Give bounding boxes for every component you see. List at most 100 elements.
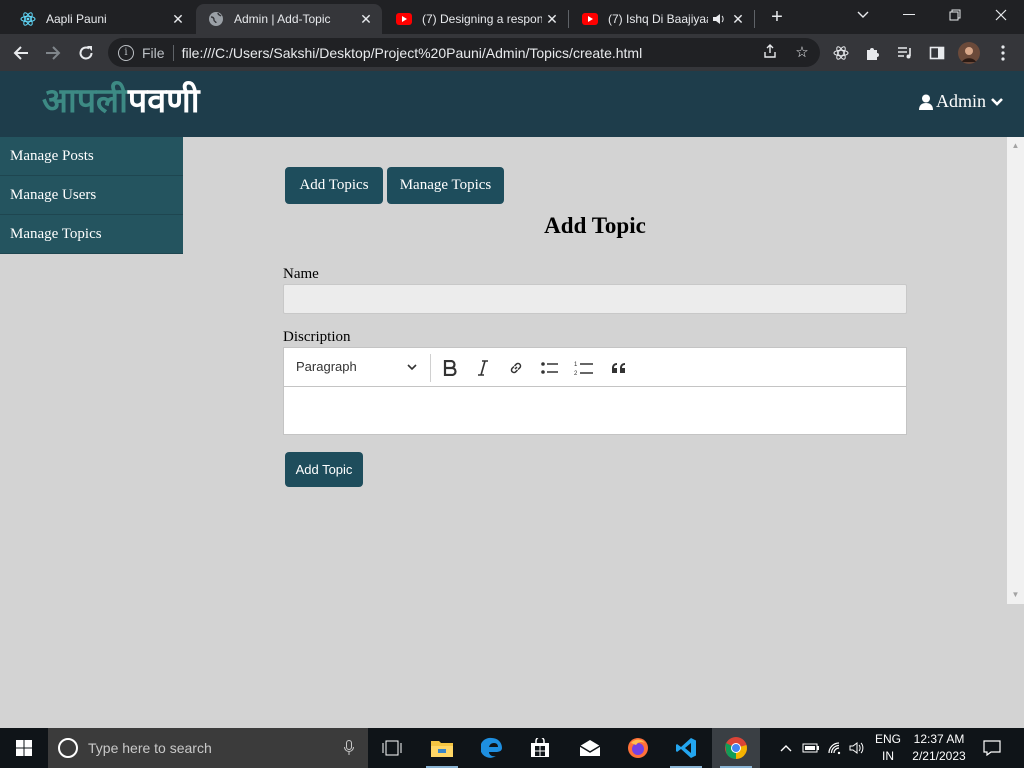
cortana-circle-icon <box>58 738 78 758</box>
chevron-down-icon <box>991 97 1003 106</box>
tab-title: (7) Ishq Di Baajiyaa <box>608 12 708 26</box>
language-code: ENG <box>874 732 901 746</box>
main-content: Add Topics Manage Topics Add Topic Name … <box>183 137 1007 604</box>
heading-select[interactable]: Paragraph <box>296 359 357 374</box>
share-icon[interactable] <box>760 43 780 63</box>
back-arrow-icon[interactable] <box>8 40 34 66</box>
youtube-icon <box>396 11 412 27</box>
url-text[interactable]: file:///C:/Users/Sakshi/Desktop/Project%… <box>182 45 643 61</box>
reload-icon[interactable] <box>73 40 99 66</box>
close-tab-icon[interactable]: ✕ <box>544 11 560 27</box>
add-topic-submit-button[interactable]: Add Topic <box>285 452 363 487</box>
tab-search-chevron-icon[interactable] <box>840 0 886 30</box>
search-placeholder: Type here to search <box>88 740 212 756</box>
sidebar-item-manage-posts[interactable]: Manage Posts <box>0 137 183 176</box>
numbered-list-icon[interactable]: 12 <box>573 357 595 379</box>
chrome-menu-icon[interactable] <box>990 40 1016 66</box>
tab-separator <box>754 10 755 28</box>
file-explorer-icon[interactable] <box>418 728 466 768</box>
chrome-icon[interactable] <box>712 728 760 768</box>
add-topics-button[interactable]: Add Topics <box>285 167 383 204</box>
react-devtools-icon[interactable] <box>828 40 854 66</box>
tab-title: Admin | Add-Topic <box>234 12 331 26</box>
svg-text:2: 2 <box>574 371 578 376</box>
info-icon[interactable]: i <box>118 44 134 61</box>
speaker-icon[interactable] <box>712 12 726 29</box>
editor-text-area[interactable] <box>284 388 906 434</box>
link-icon[interactable] <box>505 357 527 379</box>
browser-tab-aapli-pauni[interactable]: Aapli Pauni ✕ <box>8 4 194 34</box>
clock-time: 12:37 AM <box>913 732 965 746</box>
minimize-icon[interactable] <box>886 0 932 30</box>
taskbar-search-box[interactable]: Type here to search <box>48 728 368 768</box>
browser-toolbar: i File file:///C:/Users/Sakshi/Desktop/P… <box>0 34 1024 71</box>
edge-icon[interactable] <box>468 728 516 768</box>
extensions-puzzle-icon[interactable] <box>860 40 886 66</box>
battery-icon[interactable] <box>800 728 822 768</box>
close-tab-icon[interactable]: ✕ <box>170 11 186 27</box>
firefox-icon[interactable] <box>614 728 662 768</box>
tab-title: Aapli Pauni <box>46 12 107 26</box>
side-panel-icon[interactable] <box>924 40 950 66</box>
notifications-icon[interactable] <box>978 728 1006 768</box>
close-window-icon[interactable] <box>978 0 1024 30</box>
bold-icon[interactable] <box>439 357 461 379</box>
close-tab-icon[interactable]: ✕ <box>730 11 746 27</box>
user-icon <box>918 94 933 110</box>
volume-icon[interactable] <box>846 728 868 768</box>
address-separator <box>172 44 174 61</box>
name-input[interactable] <box>283 284 907 314</box>
media-control-icon[interactable] <box>892 40 918 66</box>
description-editor: Paragraph 12 <box>283 347 907 435</box>
browser-tab-ishq-di-baajiyaa[interactable]: (7) Ishq Di Baajiyaa ✕ <box>570 4 754 34</box>
windows-start-icon[interactable] <box>0 728 48 768</box>
new-tab-plus-icon[interactable]: + <box>766 7 788 29</box>
browser-tab-designing[interactable]: (7) Designing a respon ✕ <box>384 4 568 34</box>
close-tab-icon[interactable]: ✕ <box>358 11 374 27</box>
system-clock[interactable]: 12:37 AM 2/21/2023 <box>906 731 972 765</box>
chevron-down-icon[interactable] <box>406 361 418 373</box>
italic-icon[interactable] <box>472 357 494 379</box>
restore-icon[interactable] <box>932 0 978 30</box>
toolbar-separator <box>430 354 431 382</box>
windows-taskbar: Type here to search ENG IN 12:37 AM 2/21… <box>0 728 1024 768</box>
show-hidden-icons-chevron-icon[interactable] <box>776 728 796 768</box>
browser-tab-strip: Aapli Pauni ✕ Admin | Add-Topic ✕ (7) De… <box>0 0 1024 34</box>
bookmark-star-icon[interactable]: ☆ <box>792 43 812 63</box>
logo-part1: आपली <box>42 81 128 121</box>
react-icon <box>20 11 36 27</box>
browser-tab-admin-add-topic[interactable]: Admin | Add-Topic ✕ <box>196 4 382 34</box>
page-scrollbar[interactable]: ▲ ▼ <box>1007 137 1024 604</box>
sidebar-item-manage-topics[interactable]: Manage Topics <box>0 215 183 254</box>
profile-avatar[interactable] <box>956 40 982 66</box>
scroll-up-arrow-icon[interactable]: ▲ <box>1007 139 1024 153</box>
site-logo[interactable]: आपलीपवणी <box>42 79 200 123</box>
bulleted-list-icon[interactable] <box>539 357 561 379</box>
microsoft-store-icon[interactable] <box>516 728 564 768</box>
page-title: Add Topic <box>544 213 646 238</box>
sidebar-item-manage-users[interactable]: Manage Users <box>0 176 183 215</box>
language-indicator[interactable]: ENG IN <box>872 731 904 765</box>
clock-date: 2/21/2023 <box>912 749 966 763</box>
mail-icon[interactable] <box>566 728 614 768</box>
admin-dropdown[interactable]: Admin <box>918 91 1004 112</box>
admin-sidebar: Manage Posts Manage Users Manage Topics <box>0 137 183 254</box>
svg-text:1: 1 <box>574 362 578 368</box>
name-label: Name <box>283 266 319 282</box>
scroll-down-arrow-icon[interactable]: ▼ <box>1007 588 1024 602</box>
site-header: आपलीपवणी Admin <box>0 71 1024 137</box>
microphone-icon[interactable] <box>344 740 354 756</box>
tab-title: (7) Designing a respon <box>422 12 542 26</box>
forward-arrow-icon[interactable] <box>40 40 66 66</box>
manage-topics-button[interactable]: Manage Topics <box>387 167 504 204</box>
vscode-icon[interactable] <box>662 728 710 768</box>
wifi-icon[interactable] <box>824 728 846 768</box>
task-view-icon[interactable] <box>368 728 416 768</box>
address-bar[interactable]: i File file:///C:/Users/Sakshi/Desktop/P… <box>108 38 820 67</box>
quote-icon[interactable] <box>608 357 630 379</box>
admin-label: Admin <box>935 91 986 111</box>
description-label: Discription <box>283 329 351 345</box>
globe-icon <box>208 11 224 27</box>
tab-separator <box>568 10 569 28</box>
web-page: आपलीपवणी Admin Manage Posts Manage Users… <box>0 71 1024 728</box>
